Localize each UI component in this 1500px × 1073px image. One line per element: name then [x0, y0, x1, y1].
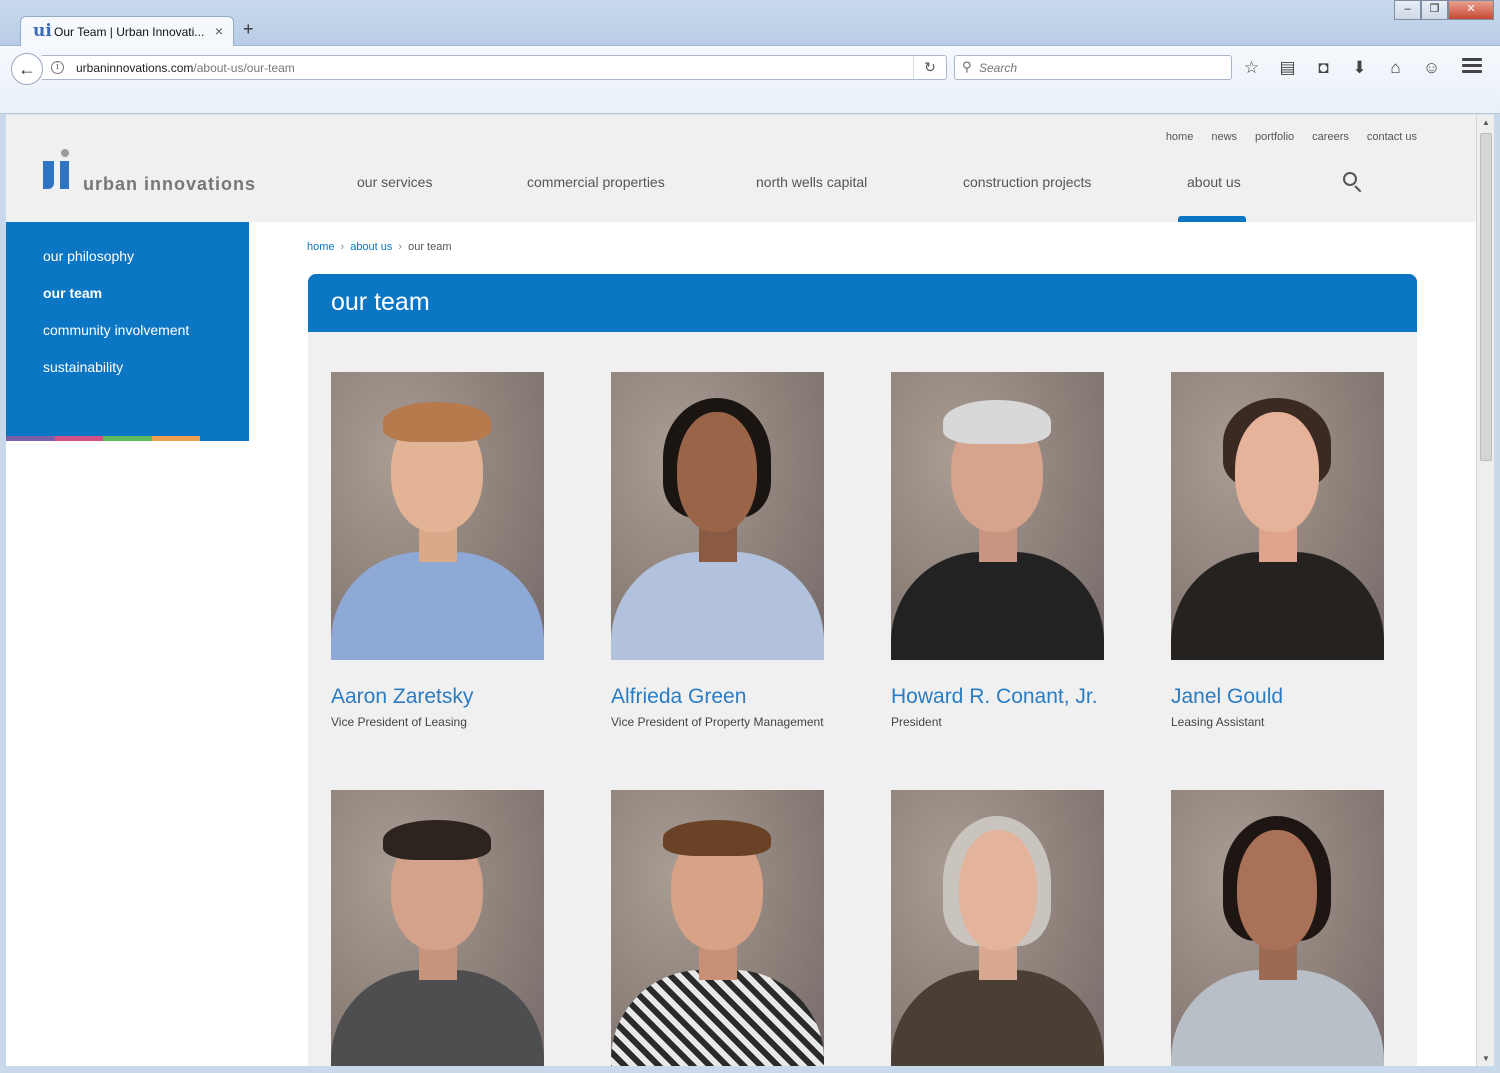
team-photo[interactable]	[611, 372, 824, 660]
nav-our-services[interactable]: our services	[357, 174, 432, 190]
section-sidebar: our philosophy our team community involv…	[6, 222, 249, 441]
tab-favicon-icon: ui	[33, 21, 52, 41]
team-photo[interactable]	[1171, 372, 1384, 660]
scroll-thumb[interactable]	[1480, 133, 1492, 461]
new-tab-button[interactable]: +	[243, 20, 254, 38]
browser-tab[interactable]: ui Our Team | Urban Innovati... ×	[20, 16, 234, 47]
breadcrumb-home[interactable]: home	[307, 241, 335, 253]
sidebar-item-our-philosophy[interactable]: our philosophy	[43, 248, 134, 264]
back-arrow-icon: ←	[18, 59, 36, 79]
url-text[interactable]: urbaninnovations.com/about-us/our-team	[76, 61, 295, 75]
hamburger-menu-icon[interactable]	[1462, 58, 1482, 76]
team-member-name[interactable]: Howard R. Conant, Jr.	[891, 685, 1104, 709]
sidebar-item-sustainability[interactable]: sustainability	[43, 359, 123, 375]
top-link-contact[interactable]: contact us	[1367, 131, 1417, 143]
tab-close-icon[interactable]: ×	[215, 23, 223, 39]
site-search-icon[interactable]	[1343, 172, 1363, 193]
team-member-role: President	[891, 715, 942, 729]
nav-about-us[interactable]: about us	[1187, 174, 1241, 190]
team-member-name[interactable]: Aaron Zaretsky	[331, 685, 544, 709]
team-card[interactable]: Janel Gould Leasing Assistant	[1171, 372, 1384, 729]
top-link-careers[interactable]: careers	[1312, 131, 1349, 143]
url-path: /about-us/our-team	[193, 61, 295, 75]
address-bar[interactable]: i urbaninnovations.com/about-us/our-team…	[42, 55, 947, 80]
team-grid: Aaron Zaretsky Vice President of Leasing…	[308, 332, 1417, 1066]
reload-icon[interactable]: ↻	[913, 56, 946, 79]
team-card[interactable]: Howard R. Conant, Jr. President	[891, 372, 1104, 729]
minimize-button[interactable]: –	[1394, 0, 1421, 20]
main-nav: our services commercial properties north…	[6, 171, 1476, 201]
color-strip-segment	[103, 436, 152, 441]
team-card[interactable]	[331, 790, 544, 1066]
scroll-down-icon[interactable]: ▼	[1480, 1054, 1492, 1063]
top-link-home[interactable]: home	[1166, 131, 1194, 143]
team-photo[interactable]	[611, 790, 824, 1066]
team-photo[interactable]	[1171, 790, 1384, 1066]
breadcrumb-about-us[interactable]: about us	[350, 241, 392, 253]
nav-commercial-properties[interactable]: commercial properties	[527, 174, 665, 190]
tab-title: Our Team | Urban Innovati...	[54, 25, 205, 39]
download-icon[interactable]: ⬇	[1348, 58, 1371, 78]
maximize-button[interactable]: ❐	[1421, 0, 1448, 20]
nav-active-indicator	[1178, 216, 1246, 222]
color-strip-segment	[54, 436, 103, 441]
home-icon[interactable]: ⌂	[1384, 58, 1407, 78]
team-member-role: Leasing Assistant	[1171, 715, 1265, 729]
star-icon[interactable]: ☆	[1240, 58, 1263, 78]
team-card[interactable]	[611, 790, 824, 1066]
close-window-button[interactable]: ✕	[1448, 0, 1494, 20]
sidebar-color-strip	[6, 436, 200, 441]
breadcrumb-separator: ›	[340, 241, 345, 253]
team-member-name[interactable]: Alfrieda Green	[611, 685, 824, 709]
breadcrumb-separator: ›	[398, 241, 403, 253]
site-header: urban innovations home news portfolio ca…	[6, 115, 1476, 222]
color-strip-segment	[6, 436, 55, 441]
browser-search-input[interactable]	[979, 59, 1219, 77]
page-title: our team	[331, 288, 430, 316]
toolbar-icons: ☆ ▤ ◘ ⬇ ⌂ ☺	[1240, 58, 1443, 78]
breadcrumb-current: our team	[408, 241, 452, 253]
pocket-icon[interactable]: ◘	[1312, 58, 1335, 78]
breadcrumb: home › about us › our team	[307, 241, 452, 253]
top-link-portfolio[interactable]: portfolio	[1255, 131, 1294, 143]
top-link-news[interactable]: news	[1211, 131, 1237, 143]
nav-north-wells-capital[interactable]: north wells capital	[756, 174, 867, 190]
utility-nav: home news portfolio careers contact us	[1166, 131, 1417, 143]
sidebar-item-our-team[interactable]: our team	[43, 285, 102, 301]
team-photo[interactable]	[891, 372, 1104, 660]
scroll-up-icon[interactable]: ▲	[1480, 118, 1492, 127]
browser-toolbar: i urbaninnovations.com/about-us/our-team…	[0, 46, 1500, 114]
search-icon: ⚲	[962, 59, 972, 74]
page-title-bar: our team	[308, 274, 1417, 332]
window-controls: – ❐ ✕	[1394, 0, 1494, 20]
team-member-role: Vice President of Property Management	[611, 715, 824, 729]
team-card[interactable]: Aaron Zaretsky Vice President of Leasing	[331, 372, 544, 729]
team-card[interactable]	[1171, 790, 1384, 1066]
browser-titlebar: ui Our Team | Urban Innovati... × + – ❐ …	[0, 0, 1500, 47]
page-scrollbar[interactable]: ▲ ▼	[1476, 115, 1494, 1066]
back-button[interactable]: ←	[11, 53, 43, 85]
page-viewport: urban innovations home news portfolio ca…	[6, 115, 1476, 1066]
team-member-role: Vice President of Leasing	[331, 715, 467, 729]
window-border-right	[1494, 114, 1500, 1066]
browser-search-box[interactable]: ⚲	[954, 55, 1232, 80]
chat-icon[interactable]: ☺	[1420, 58, 1443, 78]
team-photo[interactable]	[891, 790, 1104, 1066]
team-card[interactable]: Alfrieda Green Vice President of Propert…	[611, 372, 824, 729]
team-photo[interactable]	[331, 372, 544, 660]
team-card[interactable]	[891, 790, 1104, 1066]
team-photo[interactable]	[331, 790, 544, 1066]
window-border-bottom	[0, 1066, 1500, 1073]
url-domain: urbaninnovations.com	[76, 61, 194, 75]
sidebar-item-community-involvement[interactable]: community involvement	[43, 322, 189, 338]
team-member-name[interactable]: Janel Gould	[1171, 685, 1384, 709]
nav-construction-projects[interactable]: construction projects	[963, 174, 1091, 190]
color-strip-segment	[151, 436, 200, 441]
site-info-icon[interactable]: i	[51, 61, 64, 74]
reading-list-icon[interactable]: ▤	[1276, 58, 1299, 78]
